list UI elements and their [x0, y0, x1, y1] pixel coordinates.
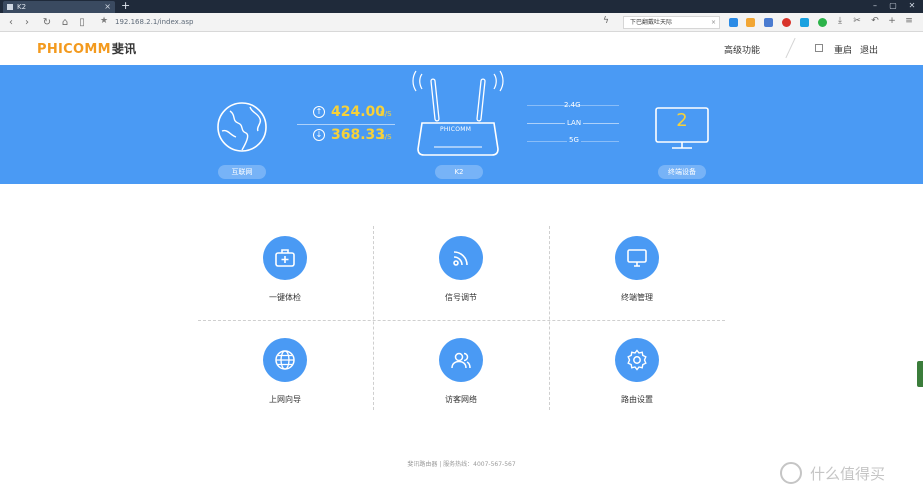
brand-logo[interactable]: PHICOMM斐讯	[37, 40, 136, 57]
download-arrow-icon: ↓	[313, 129, 325, 141]
page-favicon-icon	[7, 4, 13, 10]
tile-label: 终端管理	[621, 293, 653, 302]
watermark-text: 什么值得买	[810, 465, 886, 483]
band-24g: 2.4G	[564, 101, 581, 109]
guest-users-icon	[439, 338, 483, 382]
upload-speed-unit: B/S	[380, 110, 392, 118]
forward-icon[interactable]: ›	[20, 16, 34, 29]
brand-name: PHICOMM	[37, 42, 111, 57]
band-lan: LAN	[565, 119, 584, 127]
router-brand-text: PHICOMM	[440, 126, 472, 133]
globe-icon	[217, 102, 267, 152]
internet-button[interactable]: 互联网	[218, 165, 266, 179]
upload-speed: 424.00	[331, 104, 386, 120]
tile-label: 信号调节	[445, 293, 477, 302]
play-extension-icon[interactable]	[800, 18, 809, 27]
browser-tab-bar: K2 × + – ▢ ✕	[0, 0, 923, 13]
tab-title: K2	[17, 3, 27, 11]
reader-icon[interactable]: ▯	[75, 16, 89, 29]
reload-icon[interactable]: ↻	[40, 16, 54, 29]
gear-icon	[615, 338, 659, 382]
menu-icon[interactable]: ≡	[903, 16, 915, 26]
new-tab-button[interactable]: +	[121, 0, 130, 12]
extension-icon-3[interactable]	[764, 18, 773, 27]
tile-guest-network[interactable]: 访客网络	[373, 328, 549, 428]
first-aid-kit-icon	[263, 236, 307, 280]
close-window-button[interactable]: ✕	[905, 0, 919, 12]
upload-arrow-icon: ↑	[313, 106, 325, 118]
speed-divider	[297, 124, 395, 125]
tile-label: 一键体检	[269, 293, 301, 302]
status-banner: 互联网 ↑ 424.00 B/S ↓ 368.33 B/S PHICOMM K2…	[0, 65, 923, 184]
undo-icon[interactable]: ↶	[869, 16, 881, 26]
maximize-button[interactable]: ▢	[886, 0, 900, 12]
site-header: PHICOMM斐讯 高级功能 重启 退出	[0, 32, 923, 65]
monitor-icon	[615, 236, 659, 280]
search-clear-icon[interactable]: ×	[711, 17, 716, 28]
wifi-signal-icon	[439, 236, 483, 280]
download-speed: 368.33	[331, 127, 386, 143]
cut-icon[interactable]: ✂	[851, 16, 863, 26]
tile-label: 路由设置	[621, 395, 653, 404]
tile-signal-adjust[interactable]: 信号调节	[373, 226, 549, 326]
extension-icon-1[interactable]	[729, 18, 738, 27]
watermark-logo-icon	[780, 462, 802, 484]
reboot-icon[interactable]	[815, 44, 823, 52]
address-bar[interactable]: 192.168.2.1/index.asp	[115, 17, 193, 28]
browser-tab[interactable]: K2 ×	[3, 1, 115, 13]
band-5g: 5G	[567, 136, 581, 144]
router-k2-button[interactable]: K2	[435, 165, 483, 179]
add-icon[interactable]: +	[886, 16, 898, 26]
advanced-settings-link[interactable]: 高级功能	[724, 43, 760, 56]
search-text: 下巴翻戴吐天际	[630, 19, 673, 26]
devices-button[interactable]: 终端设备	[658, 165, 706, 179]
extension-icon-2[interactable]	[746, 18, 755, 27]
tile-internet-wizard[interactable]: 上网向导	[197, 328, 373, 428]
back-icon[interactable]: ‹	[4, 16, 18, 29]
device-count: 2	[676, 110, 688, 131]
tile-health-check[interactable]: 一键体检	[197, 226, 373, 326]
reboot-link[interactable]: 重启	[834, 43, 852, 56]
download-icon[interactable]: ⤓	[834, 16, 846, 26]
search-input[interactable]: 下巴翻戴吐天际 ×	[623, 16, 720, 29]
download-speed-unit: B/S	[380, 133, 392, 141]
tile-router-settings[interactable]: 路由设置	[549, 328, 725, 428]
logout-link[interactable]: 退出	[860, 43, 878, 56]
header-divider	[785, 37, 796, 59]
home-icon[interactable]: ⌂	[58, 16, 72, 29]
browser-toolbar: ‹ › ↻ ⌂ ▯ ★ 192.168.2.1/index.asp ϟ 下巴翻戴…	[0, 13, 923, 32]
tile-label: 上网向导	[269, 395, 301, 404]
minimize-button[interactable]: –	[868, 0, 882, 12]
extension-icon-4[interactable]	[782, 18, 791, 27]
brand-name-cn: 斐讯	[111, 42, 137, 56]
bookmark-star-icon[interactable]: ★	[100, 16, 108, 26]
tile-label: 访客网络	[445, 395, 477, 404]
router-icon	[412, 70, 504, 156]
side-scroll-handle[interactable]	[917, 361, 923, 387]
tile-device-management[interactable]: 终端管理	[549, 226, 725, 326]
lightning-icon[interactable]: ϟ	[603, 16, 609, 26]
globe-icon	[263, 338, 307, 382]
chat-extension-icon[interactable]	[818, 18, 827, 27]
tab-close-icon[interactable]: ×	[104, 1, 111, 13]
